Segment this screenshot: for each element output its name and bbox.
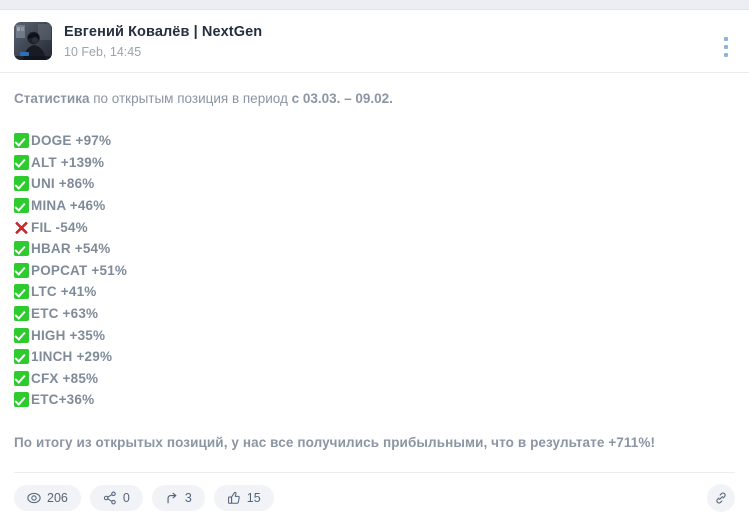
stat-pill-thumbs-up[interactable]: 15 <box>213 484 274 511</box>
intro-bold-lead: Статистика <box>14 91 90 106</box>
ticker-label: HIGH +35% <box>31 327 106 343</box>
post-footer: 206 0 3 15 <box>0 473 749 523</box>
avatar-photo-icon <box>14 22 52 60</box>
ticker-row: CFX +85% <box>14 368 735 390</box>
telegram-post: Евгений Ковалёв | NextGen 10 Feb, 14:45 … <box>0 10 749 523</box>
link-icon <box>716 492 726 504</box>
header-text: Евгений Ковалёв | NextGen 10 Feb, 14:45 <box>64 22 262 61</box>
summary-line: По итогу из открытых позиций, у нас все … <box>14 434 656 450</box>
check-mark-icon <box>14 327 29 343</box>
check-mark-icon <box>14 154 29 170</box>
avatar[interactable] <box>14 22 52 60</box>
ticker-row: 1INCH +29% <box>14 346 735 368</box>
window-chrome-strip <box>0 0 749 10</box>
check-mark-icon <box>14 392 29 408</box>
ticker-row: FIL -54% <box>14 216 735 238</box>
ticker-label: ETC +63% <box>31 306 99 322</box>
intro-bold-tail: с 03.03. – 09.02. <box>291 91 393 106</box>
ticker-row: DOGE +97% <box>14 130 735 152</box>
check-mark-icon <box>14 198 29 214</box>
ticker-row: ETC +63% <box>14 303 735 325</box>
check-mark-icon <box>14 241 29 257</box>
ticker-row: ALT +139% <box>14 152 735 174</box>
views-icon <box>27 491 41 505</box>
channel-name: Евгений Ковалёв | NextGen <box>64 24 263 40</box>
stat-value: 15 <box>246 490 261 505</box>
ticker-label: CFX +85% <box>31 370 99 386</box>
stat-pills: 206 0 3 15 <box>14 484 283 511</box>
forward-arrow-icon <box>165 491 179 505</box>
check-mark-icon <box>14 284 29 300</box>
ticker-label: UNI +86% <box>31 176 95 192</box>
ticker-row: ETC+36% <box>14 389 735 411</box>
ticker-result-list: DOGE +97% ALT +139% UNI +86% MINA +46% FIL -… <box>14 130 735 411</box>
share-nodes-icon <box>103 491 117 505</box>
cross-mark-icon <box>14 220 29 235</box>
check-mark-icon <box>14 349 29 365</box>
ticker-label: FIL -54% <box>31 219 88 235</box>
check-mark-icon <box>14 262 29 278</box>
ticker-row: LTC +41% <box>14 281 735 303</box>
more-vertical-icon[interactable] <box>721 34 731 60</box>
stat-pill-share-nodes[interactable]: 0 <box>89 484 143 511</box>
menu-dot <box>724 37 728 41</box>
check-mark-icon <box>14 370 29 386</box>
ticker-label: POPCAT +51% <box>31 262 128 278</box>
intro-line: Статистика по открытым позиция в период … <box>14 90 735 108</box>
ticker-row: POPCAT +51% <box>14 260 735 282</box>
intro-middle: по открытым позиция в период <box>89 91 292 106</box>
stat-pill-views[interactable]: 206 <box>14 484 81 511</box>
ticker-row: HBAR +54% <box>14 238 735 260</box>
post-date: 10 Feb, 14:45 <box>64 45 142 59</box>
stat-value: 206 <box>47 490 68 505</box>
post-body: Статистика по открытым позиция в период … <box>0 73 749 473</box>
stat-pill-forward-arrow[interactable]: 3 <box>151 484 205 511</box>
thumbs-up-icon <box>227 491 241 505</box>
ticker-label: MINA +46% <box>31 198 106 214</box>
ticker-row: UNI +86% <box>14 173 735 195</box>
ticker-label: LTC +41% <box>31 284 97 300</box>
ticker-label: ALT +139% <box>31 154 105 170</box>
check-mark-icon <box>14 133 29 149</box>
menu-dot <box>724 53 728 57</box>
stat-value: 3 <box>184 490 192 505</box>
stat-value: 0 <box>122 490 130 505</box>
ticker-label: HBAR +54% <box>31 241 111 257</box>
ticker-label: DOGE +97% <box>31 133 112 149</box>
ticker-row: HIGH +35% <box>14 324 735 346</box>
ticker-label: ETC+36% <box>31 392 95 408</box>
post-header: Евгений Ковалёв | NextGen 10 Feb, 14:45 <box>0 10 749 72</box>
check-mark-icon <box>14 176 29 192</box>
ticker-row: MINA +46% <box>14 195 735 217</box>
link-button[interactable] <box>707 483 735 512</box>
check-mark-icon <box>14 306 29 322</box>
menu-dot <box>724 45 728 49</box>
ticker-label: 1INCH +29% <box>31 349 113 365</box>
